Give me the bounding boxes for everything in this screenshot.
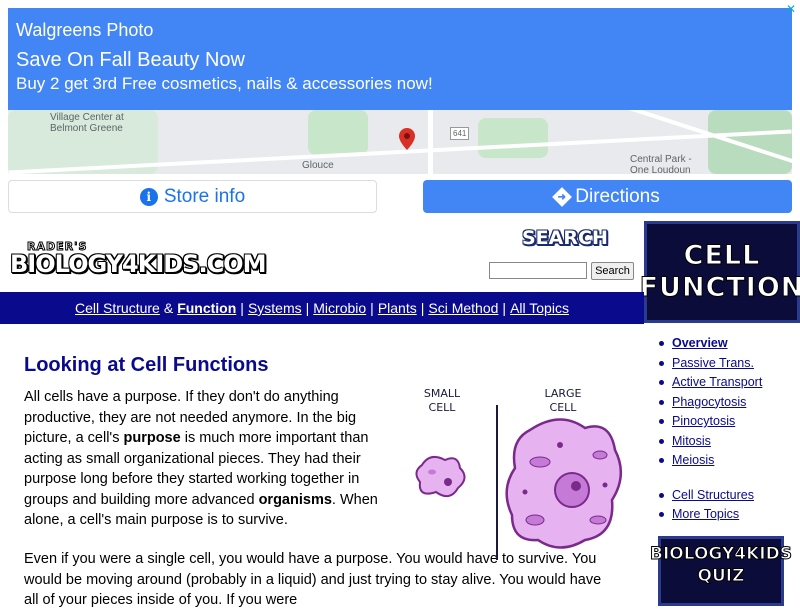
adchoices-close-icon[interactable]: ✕ <box>784 2 798 16</box>
sidebar-link[interactable]: Overview <box>672 336 728 350</box>
quiz-line1: BIOLOGY4KIDS <box>650 544 793 565</box>
sidebar-item-mitosis[interactable]: Mitosis <box>656 433 800 453</box>
sidebar-item-passive-trans[interactable]: Passive Trans. <box>656 355 800 375</box>
nav-systems[interactable]: Systems <box>248 300 302 316</box>
page-title: Looking at Cell Functions <box>24 354 269 376</box>
directions-label: Directions <box>575 185 660 207</box>
sidebar-item-phagocytosis[interactable]: Phagocytosis <box>656 394 800 414</box>
sidebar-item-cell-structures[interactable]: Cell Structures <box>656 487 800 507</box>
sidebar-link[interactable]: Meiosis <box>672 453 714 467</box>
map-park-area <box>308 110 368 155</box>
ad-brand: Walgreens Photo <box>16 20 154 40</box>
sidebar-link[interactable]: Phagocytosis <box>672 395 746 409</box>
sidebar-link[interactable]: Active Transport <box>672 375 762 389</box>
intro-paragraph: All cells have a purpose. If they don't … <box>24 387 384 531</box>
nav-separator: | <box>420 300 425 316</box>
small-cell-label-1: SMALL <box>424 387 461 400</box>
store-info-button[interactable]: i Store info <box>8 180 377 213</box>
ad-description: Buy 2 get 3rd Free cosmetics, nails & ac… <box>16 74 433 93</box>
map-road <box>428 110 433 174</box>
directions-icon: ➜ <box>552 186 573 207</box>
nav-separator: | <box>240 300 244 316</box>
topic-navbar: Cell Structure & Function | Systems | Mi… <box>0 292 644 324</box>
mitochondrion <box>525 514 545 526</box>
map-park-area <box>708 110 792 174</box>
sidebar-item-overview[interactable]: Overview <box>656 335 800 355</box>
sidebar: Overview Passive Trans. Active Transport… <box>656 335 800 526</box>
cell-size-diagram: SMALL CELL LARGE CELL <box>415 387 622 560</box>
search-title: SEARCH <box>522 227 608 249</box>
nav-separator: | <box>502 300 507 316</box>
sidebar-item-meiosis[interactable]: Meiosis <box>656 452 800 472</box>
nav-separator: | <box>370 300 374 316</box>
cell-function-line2: FUNCTION <box>639 272 800 304</box>
nav-microbio[interactable]: Microbio <box>313 300 366 316</box>
nav-amp: & <box>163 300 174 316</box>
large-cell-label-1: LARGE <box>544 387 581 400</box>
map-label: Village Center at <box>50 112 124 123</box>
mitochondrion <box>592 450 608 460</box>
sidebar-link[interactable]: Mitosis <box>672 434 711 448</box>
map-label: Central Park - <box>630 154 692 165</box>
nav-separator: | <box>305 300 310 316</box>
ad-map[interactable]: Village Center at Belmont Greene Glouce … <box>8 110 792 174</box>
quiz-banner[interactable]: BIOLOGY4KIDS QUIZ <box>650 536 793 606</box>
large-cell-nucleolus <box>571 481 581 491</box>
info-icon: i <box>139 187 158 206</box>
cell-function-line1: CELL <box>683 240 761 272</box>
large-cell-label-2: CELL <box>550 401 578 414</box>
vesicle <box>602 482 608 488</box>
term-purpose: purpose <box>123 430 181 446</box>
large-cell-nucleus <box>554 472 590 508</box>
store-info-label: Store info <box>163 185 246 207</box>
ad-banner[interactable]: Walgreens Photo Save On Fall Beauty Now … <box>8 8 792 110</box>
term-organisms: organisms <box>258 491 332 508</box>
sidebar-item-active-transport[interactable]: Active Transport <box>656 374 800 394</box>
advertisement[interactable]: Walgreens Photo Save On Fall Beauty Now … <box>0 0 800 220</box>
nav-plants[interactable]: Plants <box>378 300 417 316</box>
sidebar-link[interactable]: More Topics <box>672 507 739 521</box>
sidebar-link[interactable]: Passive Trans. <box>672 356 754 370</box>
small-cell-organelle <box>428 469 436 475</box>
sidebar-link[interactable]: Pinocytosis <box>672 414 735 428</box>
vesicle <box>522 489 528 495</box>
cell-function-banner: CELL FUNCTION <box>639 221 800 323</box>
small-cell-label-2: CELL <box>429 401 457 414</box>
map-label: Belmont Greene <box>50 123 123 134</box>
search-button[interactable]: Search <box>591 262 634 280</box>
small-cell-nucleus <box>444 478 452 486</box>
directions-button[interactable]: ➜ Directions <box>423 180 792 213</box>
map-park-area <box>478 118 548 158</box>
sidebar-item-more-topics[interactable]: More Topics <box>656 506 800 526</box>
map-route-shield: 641 <box>450 127 470 140</box>
sidebar-link[interactable]: Cell Structures <box>672 488 754 502</box>
mitochondrion <box>529 456 551 468</box>
ad-headline: Save On Fall Beauty Now <box>16 49 245 71</box>
site-logo[interactable]: BIOLOGY4KIDS.COM <box>10 250 266 278</box>
nav-function[interactable]: Function <box>177 300 236 316</box>
search-input[interactable] <box>489 262 587 279</box>
quiz-line2: QUIZ <box>697 566 745 587</box>
sidebar-item-pinocytosis[interactable]: Pinocytosis <box>656 413 800 433</box>
more-links-list: Cell Structures More Topics <box>656 487 800 526</box>
small-cell <box>415 455 466 498</box>
map-label: Glouce <box>302 160 334 171</box>
map-pin-icon[interactable] <box>399 128 415 150</box>
nav-cell-structure[interactable]: Cell Structure <box>75 300 160 316</box>
nav-sci-method[interactable]: Sci Method <box>428 300 498 316</box>
mitochondrion <box>589 515 607 525</box>
map-label: One Loudoun <box>630 165 691 174</box>
nav-all-topics[interactable]: All Topics <box>510 300 569 316</box>
function-topics-list: Overview Passive Trans. Active Transport… <box>656 335 800 472</box>
vesicle <box>557 442 563 448</box>
